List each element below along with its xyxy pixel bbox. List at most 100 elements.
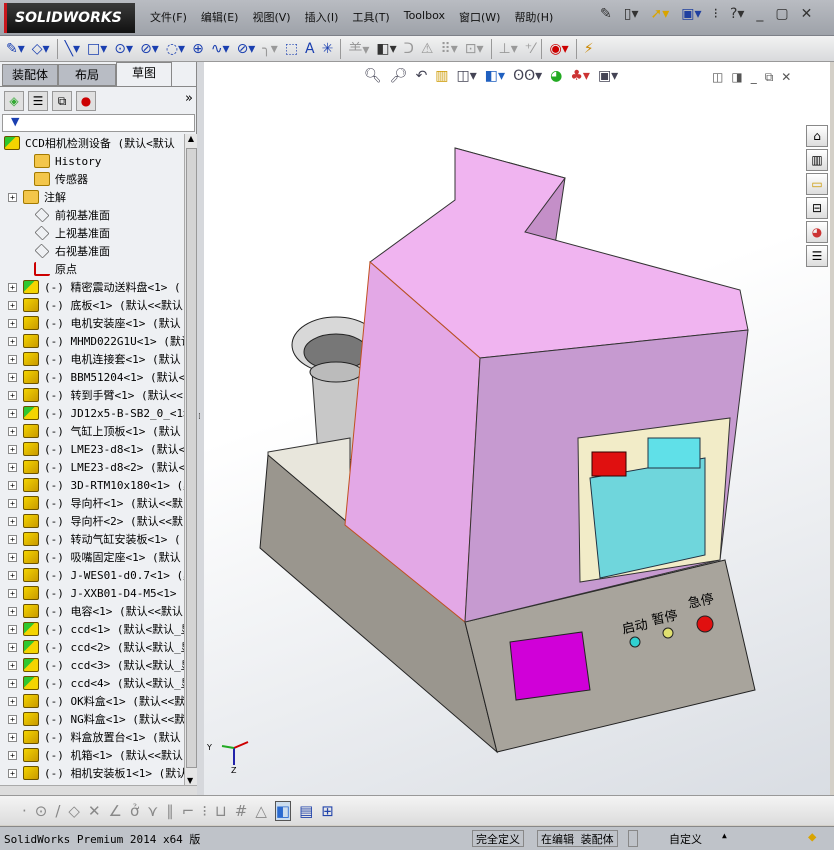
appearances-icon[interactable]: ◕ <box>806 221 828 243</box>
display-manager-icon[interactable]: ● <box>76 91 96 111</box>
expand-toggle[interactable]: + <box>8 552 17 562</box>
tree-item[interactable]: + (-) ccd<4> (默认<默认_显 <box>0 674 184 692</box>
expand-toggle[interactable]: + <box>8 462 17 472</box>
tree-item[interactable]: + (-) 相机安装板1<1> (默认 <box>0 764 184 782</box>
quick-snaps-icon[interactable]: ◉▾ <box>549 41 568 57</box>
3d-view-icon[interactable]: ◧ <box>274 800 292 821</box>
menu-insert[interactable]: 插入(I) <box>305 9 339 25</box>
menu-help[interactable]: 帮助(H) <box>514 9 553 25</box>
expand-toggle[interactable]: + <box>8 426 17 436</box>
expand-toggle[interactable]: + <box>8 768 17 778</box>
tangent-icon[interactable]: ở <box>130 802 139 820</box>
pattern-icon[interactable]: ⠿▾ <box>440 41 457 57</box>
rectangle-icon[interactable]: □▾ <box>87 41 107 57</box>
tree-item[interactable]: + (-) 转到手臂<1> (默认<< <box>0 386 183 404</box>
expand-toggle[interactable]: + <box>8 624 17 634</box>
tree-item[interactable]: + (-) J-WES01-d0.7<1> (默 <box>0 566 184 584</box>
configuration-manager-icon[interactable]: ⧉ <box>52 91 72 111</box>
menu-toolbox[interactable]: Toolbox <box>404 9 445 25</box>
plane-icon[interactable]: ⬚ <box>285 41 298 57</box>
expand-toggle[interactable]: + <box>8 498 17 508</box>
tab-assembly[interactable]: 装配体 <box>2 64 58 86</box>
fillet-icon[interactable]: ╮▾ <box>262 41 277 57</box>
spline-icon[interactable]: ∿▾ <box>211 41 230 57</box>
tab-sketch[interactable]: 草图 <box>116 62 172 86</box>
corner-icon[interactable]: ⌐ <box>182 802 195 820</box>
tree-item[interactable]: + (-) 转动气缸安装板<1> ( <box>0 530 181 548</box>
move-icon[interactable]: ⊡▾ <box>465 41 484 57</box>
tree-item[interactable]: + (-) LME23-d8<1> (默认<< <box>0 440 184 458</box>
smart-dimension-icon[interactable]: ◇▾ <box>32 41 50 57</box>
table-icon[interactable]: ⊞ <box>321 802 334 820</box>
scroll-thumb[interactable] <box>186 148 197 768</box>
feature-manager-icon[interactable]: ◈ <box>4 91 24 111</box>
expand-toggle[interactable]: + <box>8 732 17 742</box>
minimize-button[interactable]: _ <box>756 6 763 22</box>
expand-toggle[interactable]: + <box>8 372 17 382</box>
perpendicular-icon[interactable]: ⋎ <box>147 802 158 820</box>
offset-icon[interactable]: ᑐ <box>404 41 414 57</box>
tree-item[interactable]: + 注解 <box>0 188 66 206</box>
tree-item[interactable]: History <box>0 152 101 170</box>
triangle-icon[interactable]: △ <box>255 802 267 820</box>
polygon-icon[interactable]: ⊕ <box>192 41 204 57</box>
relations-icon[interactable]: ⊥▾ <box>499 41 518 57</box>
expand-toggle[interactable]: + <box>8 696 17 706</box>
expand-toggle[interactable]: + <box>8 444 17 454</box>
tag-icon[interactable]: ◆ <box>808 829 816 845</box>
tree-item[interactable]: + (-) 导向杆<2> (默认<<默 <box>0 512 183 530</box>
intersection-icon[interactable]: ✕ <box>88 802 101 820</box>
collapse-handle-icon[interactable]: ⁞ <box>198 412 201 422</box>
tree-item[interactable]: + (-) NG料盒<1> (默认<<默 <box>0 710 184 728</box>
point-icon[interactable]: ✳ <box>322 41 334 57</box>
expand-toggle[interactable]: + <box>8 660 17 670</box>
tree-item[interactable]: 原点 <box>0 260 77 278</box>
center-point-icon[interactable]: ⊙ <box>35 802 48 820</box>
expand-toggle[interactable]: + <box>8 642 17 652</box>
tree-item[interactable]: + (-) 精密震动送料盘<1> ( <box>0 278 181 296</box>
menu-window[interactable]: 窗口(W) <box>459 9 500 25</box>
restore-button[interactable]: ▢ <box>775 6 788 22</box>
rapid-sketch-icon[interactable]: ⚡ <box>584 41 594 57</box>
file-explorer-icon[interactable]: ▭ <box>806 173 828 195</box>
filter-input[interactable]: ▼ <box>2 114 195 132</box>
tree-item[interactable]: + (-) J-XXB01-D4-M5<1> (默 <box>0 584 184 602</box>
tree-item[interactable]: + (-) 吸嘴固定座<1> (默认 <box>0 548 181 566</box>
scroll-up-arrow[interactable]: ▲ <box>185 134 197 143</box>
expand-toggle[interactable]: + <box>8 336 17 346</box>
expand-toggle[interactable]: + <box>8 678 17 688</box>
custom-properties-icon[interactable]: ☰ <box>806 245 828 267</box>
expand-toggle[interactable]: + <box>8 300 17 310</box>
tree-item[interactable]: + (-) 料盒放置台<1> (默认 <box>0 728 181 746</box>
close-button[interactable]: ✕ <box>801 6 813 22</box>
ellipse-icon[interactable]: ⊘▾ <box>237 41 256 57</box>
tab-layout[interactable]: 布局 <box>58 64 116 86</box>
options-icon[interactable]: ⁝ <box>714 6 718 22</box>
expand-toggle[interactable]: + <box>8 570 17 580</box>
window-icon[interactable]: ▤ <box>299 802 313 820</box>
tree-item[interactable]: + (-) ccd<3> (默认<默认_显 <box>0 656 184 674</box>
view-palette-icon[interactable]: ⊟ <box>806 197 828 219</box>
arc-icon[interactable]: ◌▾ <box>166 41 185 57</box>
help-icon[interactable]: ?▾ <box>730 6 744 22</box>
expand-toggle[interactable]: + <box>8 282 17 292</box>
pin-icon[interactable]: ✎ <box>600 6 612 22</box>
mirror-icon[interactable]: ⚠ <box>421 41 434 57</box>
tree-item[interactable]: + (-) OK料盒<1> (默认<<默 <box>0 692 184 710</box>
expand-toggle[interactable]: + <box>8 318 17 328</box>
tree-item[interactable]: + (-) LME23-d8<2> (默认<< <box>0 458 184 476</box>
trim-icon[interactable]: ⺷▾ <box>348 39 369 59</box>
scroll-down-arrow[interactable]: ▼ <box>187 776 193 785</box>
expand-toggle[interactable]: + <box>8 408 17 418</box>
parallel-icon[interactable]: ∥ <box>166 802 174 820</box>
expand-panel-button[interactable]: » <box>185 91 193 111</box>
point-icon[interactable]: · <box>22 802 27 820</box>
expand-toggle[interactable]: + <box>8 516 17 526</box>
grid-icon[interactable]: # <box>235 802 248 820</box>
tree-item[interactable]: + (-) JD12x5-B-SB2_0_<1> <box>0 404 184 422</box>
expand-toggle[interactable]: + <box>8 390 17 400</box>
expand-toggle[interactable]: + <box>8 588 17 598</box>
tree-item[interactable]: 前视基准面 <box>0 206 110 224</box>
text-icon[interactable]: A <box>305 41 315 57</box>
expand-toggle[interactable]: + <box>8 714 17 724</box>
